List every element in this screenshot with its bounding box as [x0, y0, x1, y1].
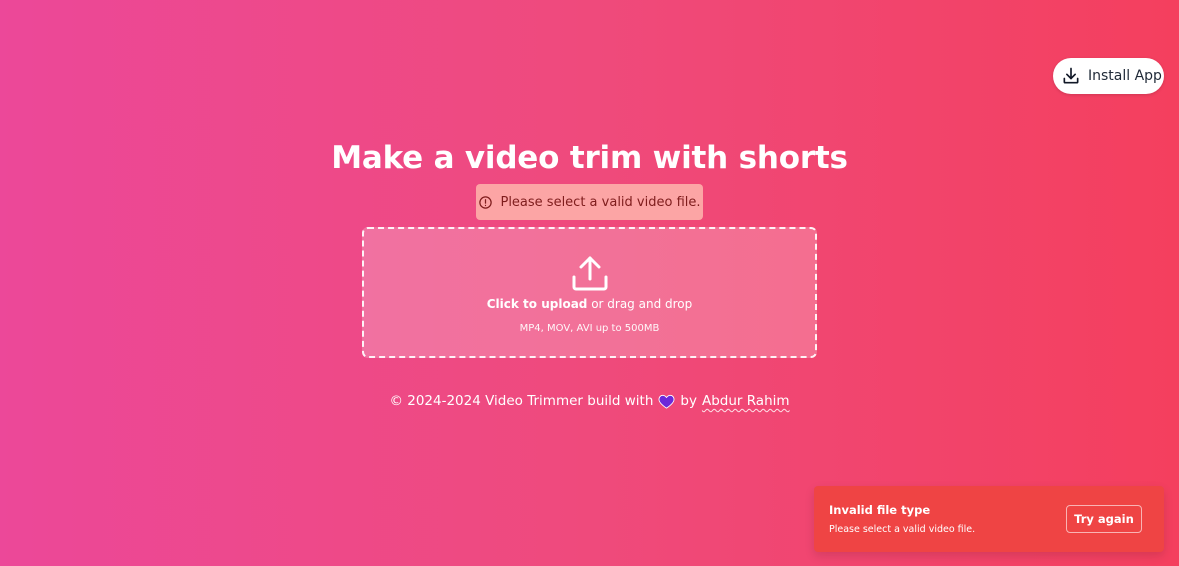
footer: © 2024-2024 Video Trimmer build with by …	[0, 393, 1179, 409]
install-app-label: Install App	[1088, 68, 1162, 84]
upload-formats: MP4, MOV, AVI up to 500MB	[519, 323, 660, 334]
toast-title: Invalid file type	[829, 503, 931, 517]
error-toast: Invalid file type Please select a valid …	[814, 486, 1164, 552]
by-text: by	[680, 393, 697, 409]
drag-drop-label: or drag and drop	[587, 297, 693, 311]
alert-circle-icon	[478, 195, 493, 210]
upload-icon	[570, 253, 610, 293]
try-again-button[interactable]: Try again	[1066, 505, 1142, 533]
page-title: Make a video trim with shorts	[331, 140, 848, 176]
upload-instructions: Click to upload or drag and drop	[364, 297, 815, 311]
click-to-upload-label[interactable]: Click to upload	[487, 297, 588, 311]
heart-icon	[658, 393, 675, 409]
toast-description: Please select a valid video file.	[829, 524, 976, 535]
error-message: Please select a valid video file.	[500, 194, 701, 210]
author-link[interactable]: Abdur Rahim	[702, 393, 790, 409]
download-icon	[1061, 66, 1081, 86]
copyright-text: © 2024-2024 Video Trimmer build with	[389, 393, 654, 409]
upload-dropzone[interactable]: Click to upload or drag and drop MP4, MO…	[362, 227, 817, 358]
error-alert: Please select a valid video file.	[476, 184, 703, 220]
install-app-button[interactable]: Install App	[1053, 58, 1164, 94]
